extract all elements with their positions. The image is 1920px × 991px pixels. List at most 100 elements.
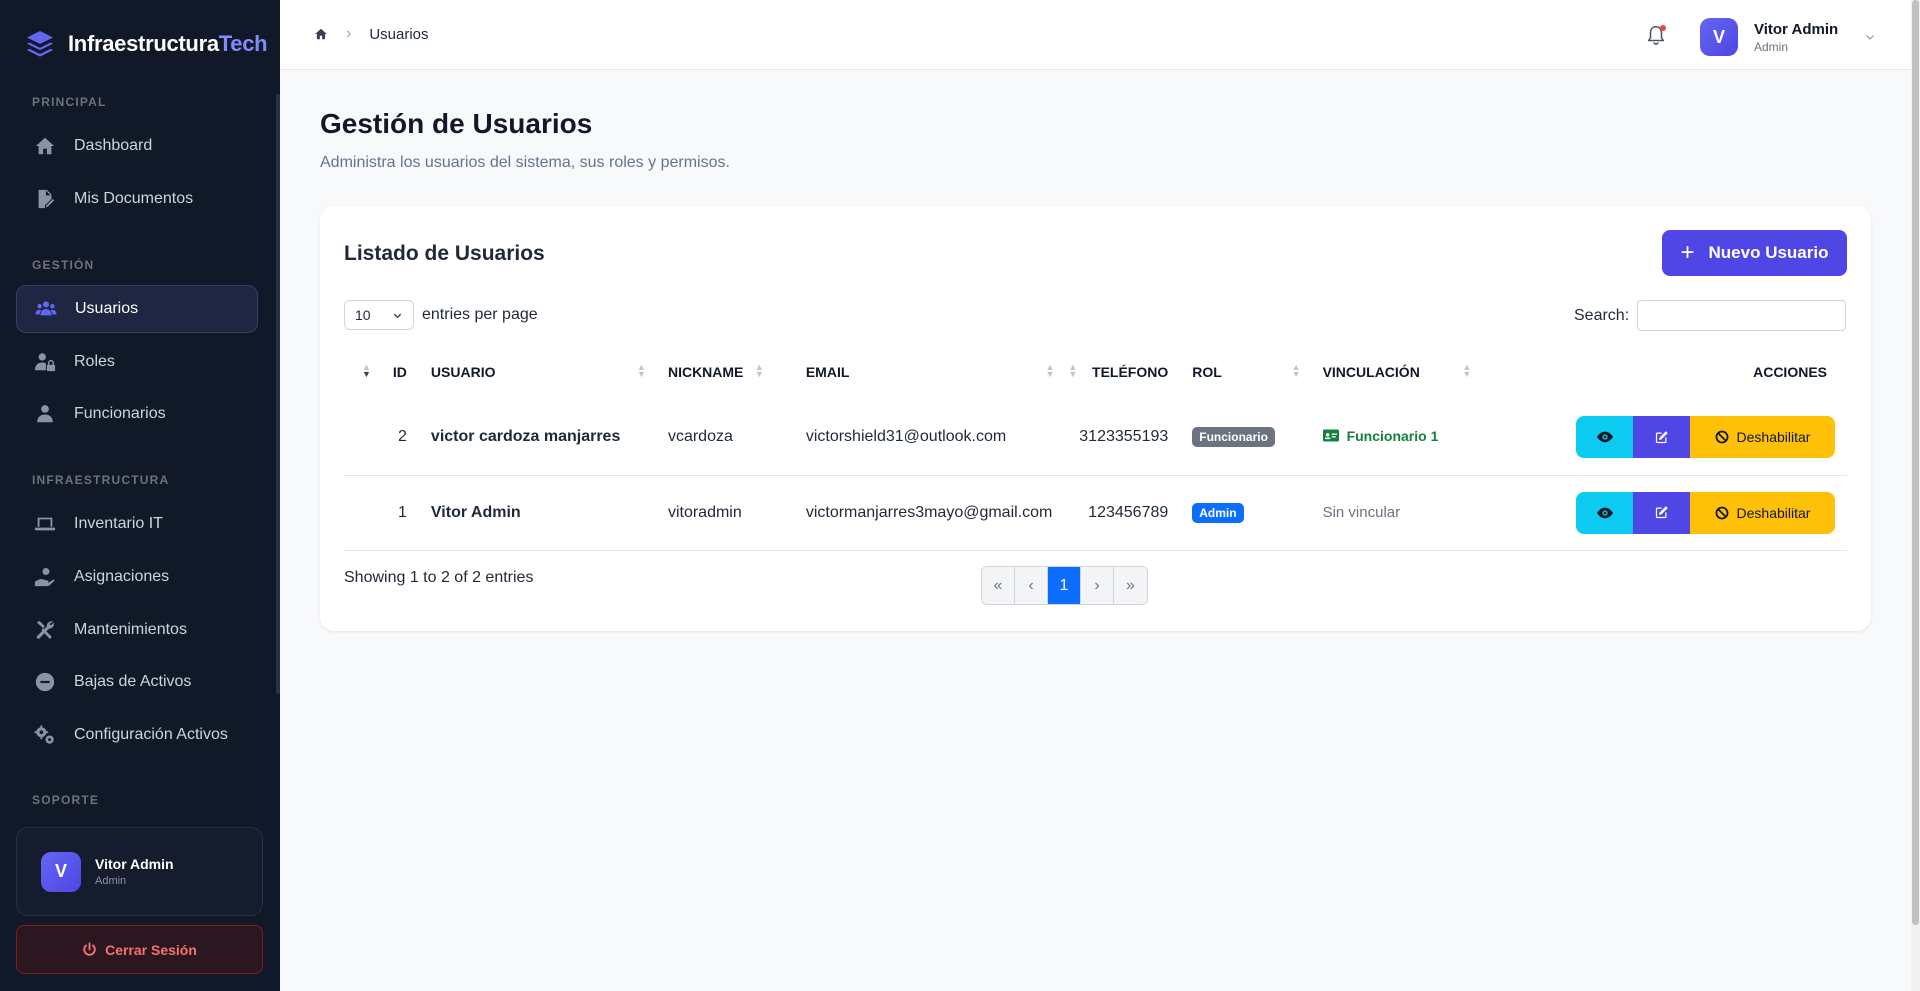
page-length-label: entries per page	[422, 306, 538, 323]
cell-id: 2	[344, 400, 419, 476]
section-title-infraestructura: INFRAESTRUCTURA	[32, 473, 170, 487]
sidebar-item-label: Asignaciones	[74, 568, 170, 585]
table-row: 2 victor cardoza manjarres vcardoza vict…	[344, 400, 1847, 476]
new-user-label: Nuevo Usuario	[1708, 243, 1829, 262]
logout-button[interactable]: Cerrar Sesión	[16, 925, 263, 974]
cell-nickname: vcardoza	[655, 400, 794, 476]
sidebar-item-label: Usuarios	[75, 300, 139, 317]
brand[interactable]: InfraestructuraTech	[24, 28, 268, 60]
user-role: Admin	[95, 875, 127, 887]
sort-icon: ▲ ▼	[637, 362, 646, 379]
cell-usuario: victor cardoza manjarres	[418, 400, 656, 476]
column-header-usuario[interactable]: USUARIO ▲ ▼	[419, 344, 656, 400]
sidebar-item-configuracion-activos[interactable]: Configuración Activos	[16, 711, 258, 759]
cell-telefono: 3123355193	[1064, 400, 1181, 476]
card-title: Listado de Usuarios	[344, 242, 545, 265]
chevron-down-icon	[393, 313, 402, 318]
page-next-button[interactable]: ›	[1081, 567, 1114, 604]
sidebar-scrollbar[interactable]	[276, 94, 280, 694]
minus-circle-icon	[34, 671, 56, 693]
page-prev-button[interactable]: ‹	[1015, 567, 1048, 604]
page-subtitle: Administra los usuarios del sistema, sus…	[320, 154, 730, 171]
sidebar-item-inventario-it[interactable]: Inventario IT	[16, 500, 258, 548]
plus-icon: +	[1680, 239, 1695, 266]
column-header-rol[interactable]: ROL ▲ ▼	[1180, 344, 1310, 400]
sort-icon: ▲ ▼	[1291, 362, 1301, 379]
pagination: « ‹ 1 › »	[981, 566, 1148, 605]
ban-icon	[1715, 430, 1728, 444]
column-header-nickname[interactable]: NICKNAME ▲ ▼	[656, 344, 794, 400]
disable-button[interactable]: Deshabilitar	[1690, 416, 1835, 459]
sidebar: InfraestructuraTech PRINCIPAL Dashboard …	[0, 0, 280, 991]
sidebar-item-asignaciones[interactable]: Asignaciones	[16, 553, 258, 601]
sidebar-item-label: Roles	[74, 353, 115, 370]
users-card: Listado de Usuarios + Nuevo Usuario 10 e…	[320, 206, 1871, 631]
section-title-soporte: SOPORTE	[32, 793, 100, 807]
view-button[interactable]	[1576, 491, 1633, 534]
search-input[interactable]	[1637, 300, 1847, 331]
breadcrumb: › Usuarios	[314, 25, 429, 43]
edit-button[interactable]	[1633, 416, 1690, 459]
linked-funcionario-link[interactable]: Funcionario 1	[1322, 428, 1438, 444]
user-menu[interactable]: V Vitor Admin Admin	[1700, 18, 1876, 56]
sidebar-item-label: Mis Documentos	[74, 190, 194, 207]
column-header-email[interactable]: EMAIL ▲ ▼	[794, 344, 1065, 400]
page-first-button[interactable]: «	[982, 567, 1015, 604]
cell-telefono: 123456789	[1064, 475, 1181, 551]
sidebar-item-label: Dashboard	[74, 137, 153, 154]
breadcrumb-current: Usuarios	[369, 25, 429, 43]
sidebar-item-label: Configuración Activos	[74, 726, 228, 743]
column-header-vinculacion[interactable]: VINCULACIÓN ▲ ▼	[1311, 344, 1482, 400]
new-user-button[interactable]: + Nuevo Usuario	[1662, 230, 1847, 276]
search-label: Search:	[1574, 306, 1630, 324]
edit-icon	[1655, 431, 1668, 443]
sidebar-item-dashboard[interactable]: Dashboard	[16, 122, 258, 170]
edit-button[interactable]	[1633, 491, 1690, 534]
search-control: Search:	[1574, 300, 1847, 331]
notification-dot	[1660, 25, 1666, 31]
sidebar-item-bajas-de-activos[interactable]: Bajas de Activos	[16, 658, 258, 706]
disable-button[interactable]: Deshabilitar	[1690, 491, 1835, 534]
home-icon	[34, 135, 56, 157]
column-header-id[interactable]: ▲ ▼ ID	[344, 344, 419, 400]
page-last-button[interactable]: »	[1114, 567, 1147, 604]
sidebar-item-mantenimientos[interactable]: Mantenimientos	[16, 606, 258, 654]
unlinked-text: Sin vincular	[1322, 503, 1401, 521]
id-card-icon	[1322, 429, 1339, 442]
cell-usuario: Vitor Admin	[418, 475, 656, 551]
home-icon[interactable]	[314, 27, 328, 41]
users-table: ▲ ▼ ID USUARIO ▲ ▼ NICKNAME ▲ ▼ EMAIL ▲ ▼ ▲ ▼ TELÉ…	[344, 344, 1847, 551]
sidebar-item-label: Mantenimientos	[74, 621, 187, 638]
power-icon	[83, 942, 96, 956]
table-row: 1 Vitor Admin vitoradmin victormanjarres…	[344, 475, 1847, 551]
page-length-select[interactable]: 10	[344, 300, 414, 330]
sidebar-item-mis-documentos[interactable]: Mis Documentos	[16, 175, 258, 223]
sidebar-user-card[interactable]: V Vitor Admin Admin	[16, 827, 263, 916]
sidebar-item-roles[interactable]: Roles	[16, 338, 258, 386]
users-icon	[35, 298, 57, 320]
view-button[interactable]	[1576, 416, 1633, 459]
page-length-value: 10	[355, 307, 371, 323]
hand-user-icon	[34, 566, 56, 588]
scrollbar-thumb[interactable]	[1912, 0, 1919, 925]
column-header-telefono[interactable]: ▲ ▼ TELÉFONO	[1064, 344, 1180, 400]
page-scrollbar[interactable]	[1911, 0, 1920, 991]
sort-icon: ▲ ▼	[1462, 362, 1472, 379]
sidebar-item-usuarios[interactable]: Usuarios	[16, 285, 258, 333]
sort-icon: ▲ ▼	[1045, 362, 1055, 379]
sidebar-item-funcionarios[interactable]: Funcionarios	[16, 390, 258, 438]
layers-logo-icon	[27, 31, 53, 57]
brand-name: InfraestructuraTech	[68, 31, 268, 56]
page-current-button[interactable]: 1	[1048, 567, 1081, 604]
table-info: Showing 1 to 2 of 2 entries	[344, 569, 534, 586]
cell-actions: Deshabilitar	[1481, 400, 1847, 476]
cell-rol: Funcionario	[1180, 400, 1311, 476]
page-length-control: 10 entries per page	[344, 300, 538, 330]
sidebar-item-label: Bajas de Activos	[74, 673, 192, 690]
document-icon	[34, 188, 56, 210]
cell-actions: Deshabilitar	[1481, 475, 1847, 551]
cell-vinculacion: Sin vincular	[1310, 475, 1482, 551]
cell-id: 1	[344, 475, 419, 551]
gears-icon	[34, 724, 56, 746]
notifications-button[interactable]	[1645, 24, 1667, 46]
